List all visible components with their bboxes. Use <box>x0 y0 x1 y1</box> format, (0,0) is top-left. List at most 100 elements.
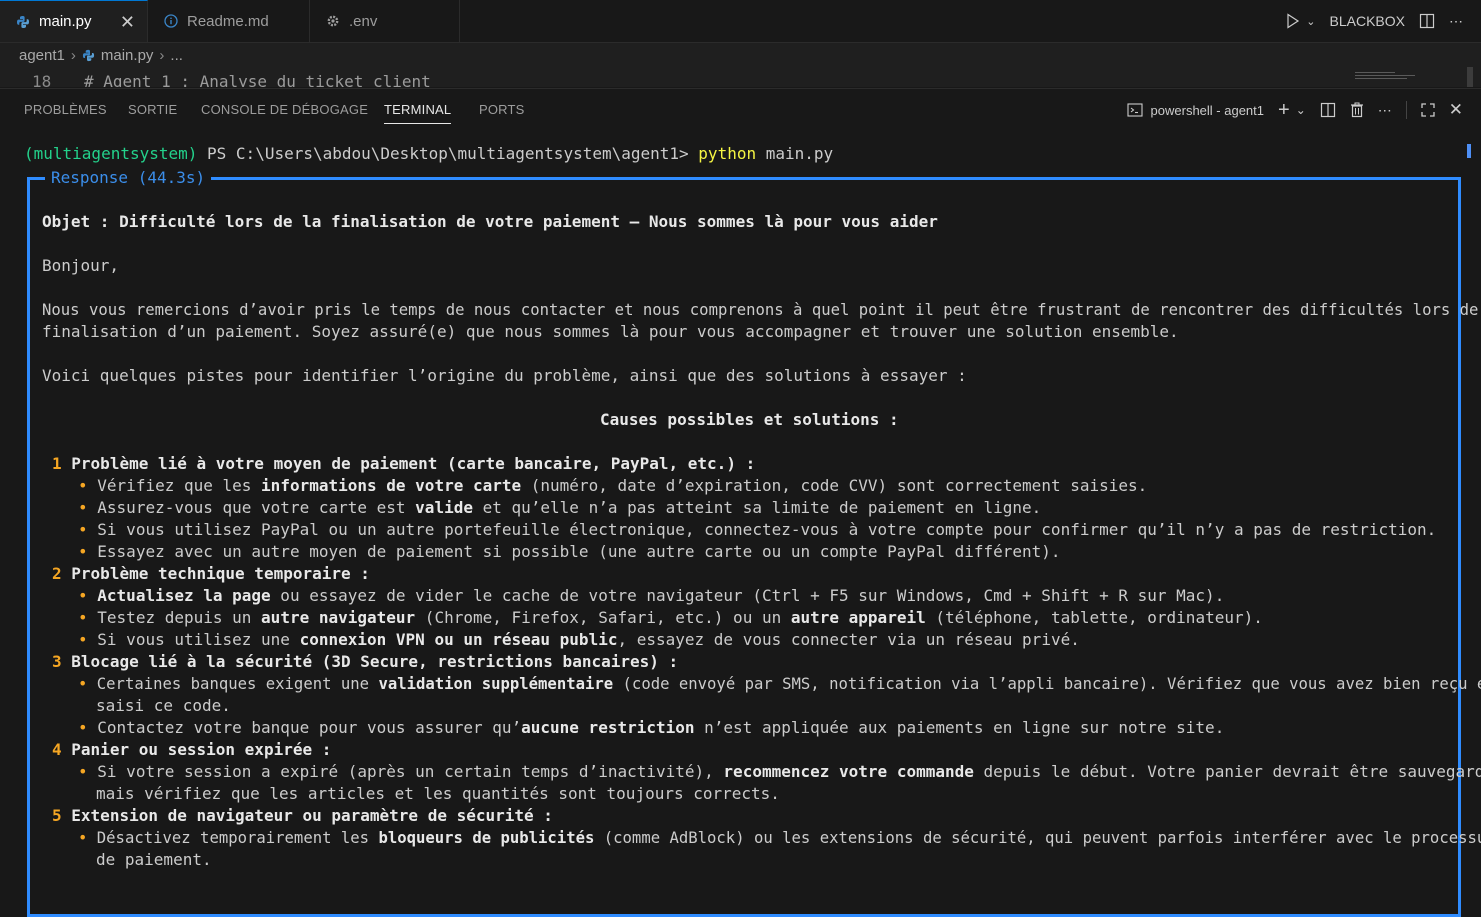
plus-icon[interactable]: + <box>1278 99 1290 122</box>
list-title: Problème lié à votre moyen de paiement (… <box>71 454 756 473</box>
bullet: • <box>78 498 88 517</box>
list-item: • Si vous utilisez une connexion VPN ou … <box>78 629 1080 651</box>
bullet: • <box>78 476 88 495</box>
terminal-instance[interactable]: powershell - agent1 <box>1126 102 1264 118</box>
text: Assurez-vous que votre carte est <box>97 498 416 517</box>
text-bold: connexion VPN ou un réseau public <box>299 630 618 649</box>
split-terminal-icon[interactable] <box>1320 102 1336 118</box>
list-item: 4 Panier ou session expirée : <box>52 739 331 761</box>
list-number: 1 <box>52 454 62 473</box>
text-bold: recommencez votre commande <box>723 762 974 781</box>
gear-icon <box>326 14 340 28</box>
list-number: 5 <box>52 806 62 825</box>
list-number: 2 <box>52 564 62 583</box>
tab-problems[interactable]: PROBLÈMES <box>24 102 107 117</box>
list-item: • Actualisez la page ou essayez de vider… <box>78 585 1224 607</box>
terminal-output[interactable]: (multiagentsystem) PS C:\Users\abdou\Des… <box>0 131 1481 917</box>
panel-actions: powershell - agent1 + ⌄ ⋯ ✕ <box>1126 89 1481 131</box>
breadcrumb-folder[interactable]: agent1 <box>19 47 65 64</box>
tab-label: main.py <box>39 13 92 30</box>
text-bold: informations de votre carte <box>261 476 522 495</box>
trash-icon[interactable] <box>1350 102 1364 118</box>
text: Si vous utilisez une <box>97 630 300 649</box>
list-item: • Certaines banques exigent une validati… <box>78 673 1481 695</box>
tab-main-py[interactable]: main.py ✕ <box>0 0 148 42</box>
list-item: 5 Extension de navigateur ou paramètre d… <box>52 805 553 827</box>
list-title: Blocage lié à la sécurité (3D Secure, re… <box>71 652 679 671</box>
code-line[interactable]: # Agent 1 : Analyse du ticket client <box>84 72 431 87</box>
editor-tab-bar: main.py ✕ Readme.md .env ⌄ BLACKBOX ⋯ <box>0 0 1481 43</box>
tab-readme-md[interactable]: Readme.md <box>148 0 310 42</box>
list-number: 4 <box>52 740 62 759</box>
chevron-down-icon[interactable]: ⌄ <box>1306 15 1315 28</box>
text: (Chrome, Firefox, Safari, etc.) ou un <box>415 608 791 627</box>
run-icon[interactable] <box>1286 13 1300 29</box>
python-icon <box>16 15 30 29</box>
text: Contactez votre banque pour vous assurer… <box>97 718 522 737</box>
subject-line: Objet : Difficulté lors de la finalisati… <box>42 212 938 231</box>
list-item: 1 Problème lié à votre moyen de paiement… <box>52 453 755 475</box>
chevron-down-icon[interactable]: ⌄ <box>1296 103 1306 117</box>
bullet: • <box>78 608 88 627</box>
panel-header: PROBLÈMES SORTIE CONSOLE DE DÉBOGAGE TER… <box>0 88 1481 131</box>
line-number: 18 <box>32 72 52 87</box>
tab-env[interactable]: .env <box>310 0 460 42</box>
intro-line: Nous vous remercions d’avoir pris le tem… <box>42 301 1481 319</box>
text-bold: autre appareil <box>790 608 926 627</box>
terminal-instance-label: powershell - agent1 <box>1150 102 1264 118</box>
text-bold: validation supplémentaire <box>378 675 614 693</box>
text-bold: autre navigateur <box>261 608 416 627</box>
list-title: Problème technique temporaire : <box>71 564 370 583</box>
text-bold: Actualisez la page <box>97 586 271 605</box>
tab-output[interactable]: SORTIE <box>128 102 177 117</box>
text: Certaines banques exigent une <box>96 675 379 693</box>
section-heading: Causes possibles et solutions : <box>600 410 899 429</box>
more-actions-icon[interactable]: ⋯ <box>1449 13 1463 30</box>
info-icon <box>164 14 178 28</box>
bullet: • <box>78 718 88 737</box>
bullet: • <box>78 762 88 781</box>
close-icon[interactable]: ✕ <box>120 12 135 33</box>
list-item: • Si votre session a expiré (après un ce… <box>78 761 1481 783</box>
breadcrumb-file[interactable]: main.py <box>101 47 154 64</box>
breadcrumb: agent1 › main.py › ... <box>0 43 1481 67</box>
tab-debug-console[interactable]: CONSOLE DE DÉBOGAGE <box>201 102 368 117</box>
text: Si votre session a expiré (après un cert… <box>97 762 724 781</box>
chevron-right-icon: › <box>159 46 165 64</box>
split-editor-icon[interactable] <box>1419 13 1435 29</box>
list-item-continuation: saisi ce code. <box>96 696 231 715</box>
text: , essayez de vous connecter via un résea… <box>617 630 1080 649</box>
text: (numéro, date d’expiration, code CVV) so… <box>521 476 1148 495</box>
text-bold: bloqueurs de publicités <box>378 829 595 847</box>
command-args: main.py <box>756 144 834 163</box>
text: Essayez avec un autre moyen de paiement … <box>97 542 1061 561</box>
maximize-panel-icon[interactable] <box>1421 103 1435 117</box>
bullet: • <box>78 829 88 847</box>
bullet: • <box>78 542 88 561</box>
blackbox-button[interactable]: BLACKBOX <box>1330 13 1405 29</box>
list-item: • Assurez-vous que votre carte est valid… <box>78 497 1041 519</box>
list-title: Extension de navigateur ou paramètre de … <box>71 806 553 825</box>
greeting-line: Bonjour, <box>42 256 120 275</box>
divider <box>1405 101 1407 119</box>
more-actions-icon[interactable]: ⋯ <box>1378 102 1392 119</box>
list-item: 3 Blocage lié à la sécurité (3D Secure, … <box>52 651 678 673</box>
text: et qu’elle n’a pas atteint sa limite de … <box>472 498 1042 517</box>
tab-ports[interactable]: PORTS <box>479 102 525 117</box>
editor-scrollbar[interactable] <box>1467 67 1473 87</box>
list-number: 3 <box>52 652 62 671</box>
minimap[interactable] <box>1355 72 1425 86</box>
breadcrumb-more[interactable]: ... <box>170 47 183 64</box>
bullet: • <box>78 675 88 693</box>
list-item-continuation: mais vérifiez que les articles et les qu… <box>96 784 780 803</box>
tab-terminal[interactable]: TERMINAL <box>384 102 452 124</box>
list-item-continuation: de paiement. <box>96 850 212 869</box>
list-item: • Désactivez temporairement les bloqueur… <box>78 827 1481 849</box>
editor-actions: ⌄ BLACKBOX ⋯ <box>1286 0 1481 42</box>
close-panel-icon[interactable]: ✕ <box>1449 100 1463 120</box>
tab-label: Readme.md <box>187 12 269 30</box>
bullet: • <box>78 586 88 605</box>
command-word: python <box>698 144 757 163</box>
terminal-scrollbar[interactable] <box>1467 144 1471 158</box>
terminal-icon <box>1126 103 1143 117</box>
